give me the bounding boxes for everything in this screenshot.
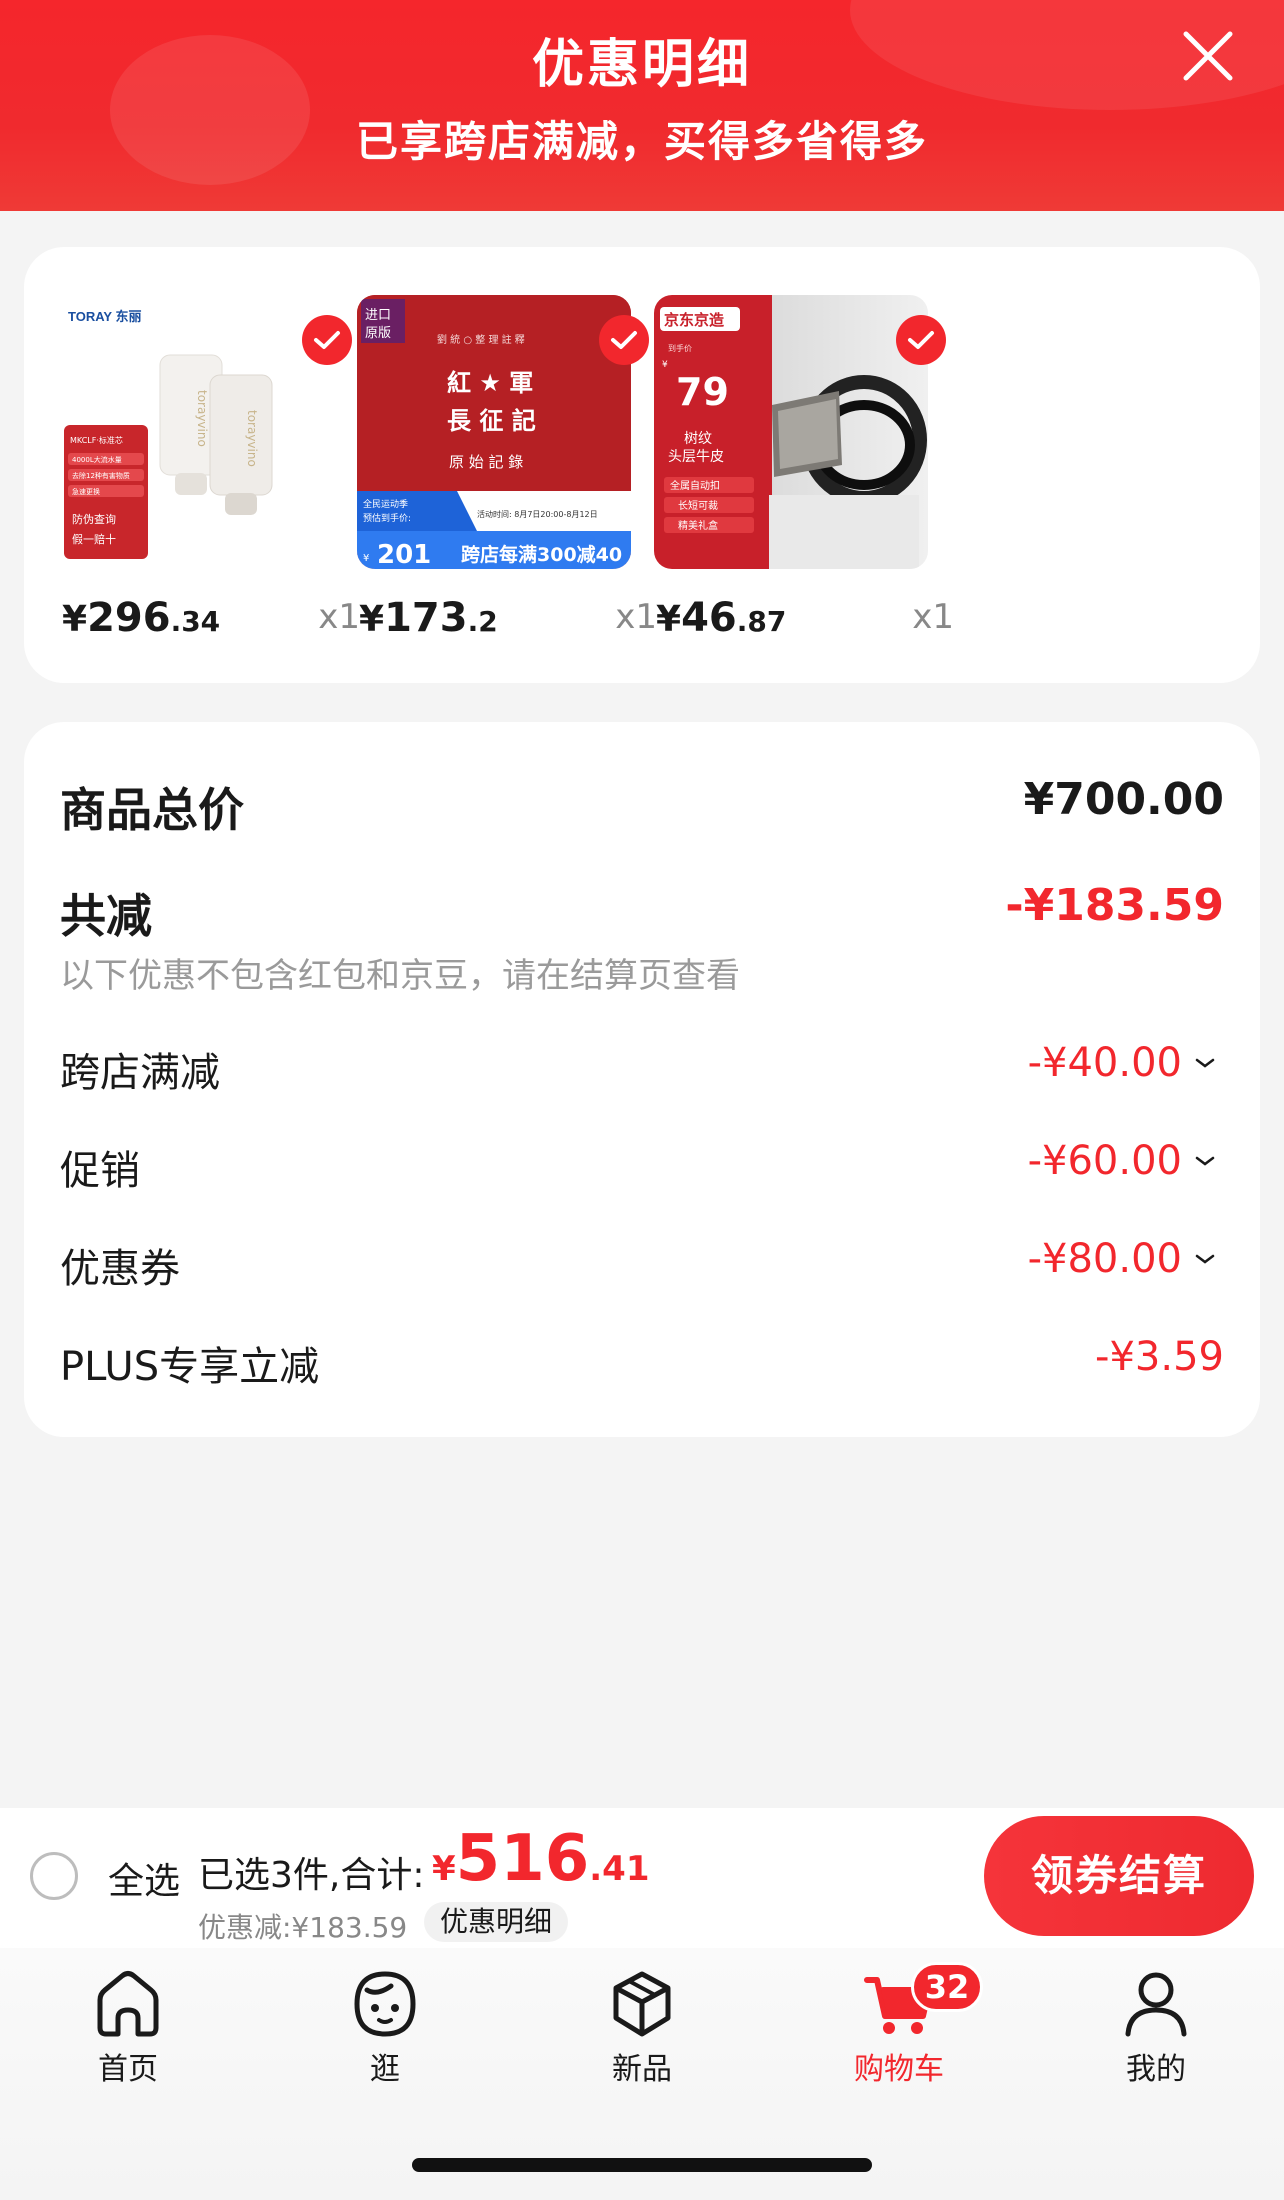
tab-home[interactable]: 首页 [48,1966,208,2088]
selected-products-card: TORAY 东丽 torayvino torayvino MKCLF·标准芯 4… [24,247,1260,683]
svg-text:劉 統 ○ 整 理 註 釋: 劉 統 ○ 整 理 註 釋 [437,333,525,346]
svg-text:头层牛皮: 头层牛皮 [668,449,724,465]
product-quantity: x1 [912,597,954,637]
discount-detail-header: 优惠明细 已享跨店满减，买得多省得多 [0,0,1284,211]
face-icon [354,1971,416,2037]
svg-text:防伪查询: 防伪查询 [72,512,116,526]
svg-text:¥: ¥ [662,360,668,370]
svg-text:跨店每满300减40: 跨店每满300减40 [461,543,622,566]
product-image: TORAY 东丽 torayvino torayvino MKCLF·标准芯 4… [60,295,334,569]
discount-detail-button[interactable]: 优惠明细 [424,1902,569,1942]
select-all-label[interactable]: 全选 [108,1852,180,1904]
chevron-down-icon [1195,1156,1215,1166]
discount-value: -¥80.00 [1028,1236,1216,1282]
product-price: ¥296.34 [62,595,221,641]
svg-text:精美礼盒: 精美礼盒 [678,519,718,532]
product-quantity: x1 [318,597,360,637]
discount-row-coupon[interactable]: 优惠券 -¥80.00 [60,1236,1224,1292]
discount-label: 促销 [60,1148,140,1194]
checkout-bar: 全选 已选3件,合计: ¥516.41 优惠减:¥183.59 优惠明细 领券结… [0,1808,1284,1948]
svg-text:全民运动季: 全民运动季 [363,498,408,510]
product-price: ¥173.2 [359,595,498,641]
svg-text:原 始 記 錄: 原 始 記 錄 [449,453,523,471]
svg-text:长短可裁: 长短可裁 [678,499,718,512]
price-summary-card: 商品总价 ¥700.00 共减 -¥183.59 以下优惠不包含红包和京豆，请在… [24,722,1260,1437]
discount-value: -¥60.00 [1028,1138,1216,1184]
discount-label: 优惠券 [60,1246,180,1292]
total-price-label: 商品总价 [60,783,244,837]
svg-text:torayvino: torayvino [195,390,209,447]
svg-text:4000L大流水量: 4000L大流水量 [72,455,122,464]
check-icon [314,331,340,349]
chevron-down-icon [1195,1254,1215,1264]
product-image: 京东京造 到手价 ¥ 79 树纹 头层牛皮 全属自动扣 长短可裁 精美礼盒 [654,295,928,569]
discount-note-text: 以下优惠不包含红包和京豆，请在结算页查看 [60,956,740,996]
svg-text:79: 79 [676,370,729,414]
selected-count-text: 已选3件,合计: [198,1855,425,1896]
home-indicator [412,2158,872,2172]
tab-profile[interactable]: 我的 [1076,1966,1236,2088]
product-brand-logo: TORAY 东丽 [68,309,141,324]
product-checkbox[interactable] [599,315,649,365]
close-button[interactable] [1180,28,1236,84]
discount-value: -¥40.00 [1028,1040,1216,1086]
svg-text:假一赔十: 假一赔十 [72,532,116,546]
check-icon [908,331,934,349]
svg-text:到手价: 到手价 [668,343,692,353]
svg-text:预估到手价:: 预估到手价: [363,512,411,524]
svg-text:进口: 进口 [365,308,391,323]
product-quantity: x1 [615,597,657,637]
total-price-value: ¥700.00 [1023,774,1224,825]
svg-text:急速更换: 急速更换 [72,487,100,496]
page-title: 优惠明细 [531,35,752,95]
discount-label: PLUS专享立减 [60,1344,320,1390]
product-price: ¥46.87 [656,595,787,641]
svg-text:原版: 原版 [365,326,391,341]
svg-text:201: 201 [377,540,431,569]
cart-count-badge: 32 [911,1962,983,2012]
discount-row-cross-store[interactable]: 跨店满减 -¥40.00 [60,1040,1224,1096]
svg-text:torayvino: torayvino [245,410,259,467]
tab-explore[interactable]: 逛 [305,1966,465,2088]
product-image: 进口 原版 劉 統 ○ 整 理 註 釋 紅 ★ 軍 長 征 記 原 始 記 錄 … [357,295,631,569]
tab-label: 购物车 [854,2052,944,2087]
svg-text:紅 ★ 軍: 紅 ★ 軍 [447,369,533,397]
discount-label: 跨店满减 [60,1050,220,1096]
product-checkbox[interactable] [302,315,352,365]
home-icon [97,1971,159,2037]
total-reduction-value: -¥183.59 [1005,880,1224,931]
discount-row-plus: PLUS专享立减 -¥3.59 [60,1334,1224,1390]
svg-text:MKCLF·标准芯: MKCLF·标准芯 [70,435,123,445]
tab-cart[interactable]: 购物车 32 [819,1962,983,2088]
total-price-row: 商品总价 ¥700.00 [60,774,1224,837]
tab-label: 逛 [370,2052,400,2087]
svg-text:京东京造: 京东京造 [664,311,724,329]
svg-text:活动时间: 8月7日20:00-8月12日: 活动时间: 8月7日20:00-8月12日 [477,509,598,519]
discount-note: 以下优惠不包含红包和京豆，请在结算页查看 [60,948,1224,998]
svg-text:¥: ¥ [363,553,369,564]
close-icon [1183,31,1233,81]
discount-row-promotion[interactable]: 促销 -¥60.00 [60,1138,1224,1194]
total-amount: ¥516.41 [432,1822,650,1896]
tab-label: 首页 [98,2052,158,2087]
svg-text:去除12种有害物质: 去除12种有害物质 [72,471,130,480]
svg-text:树纹: 树纹 [684,431,712,447]
total-reduction-label: 共减 [60,889,152,943]
total-reduction-row: 共减 -¥183.59 [60,880,1224,943]
chevron-down-icon [1195,1058,1215,1068]
tab-label: 新品 [612,2052,672,2087]
profile-icon [1125,1972,1187,2037]
product-checkbox[interactable] [896,315,946,365]
svg-text:全属自动扣: 全属自动扣 [670,479,720,492]
tab-label: 我的 [1126,2052,1186,2087]
select-all-checkbox[interactable] [30,1852,78,1900]
page-subtitle: 已享跨店满减，买得多省得多 [355,117,928,166]
svg-text:長 征 記: 長 征 記 [447,407,536,435]
tab-new-products[interactable]: 新品 [562,1966,722,2088]
discount-amount-text: 优惠减:¥183.59 [198,1911,408,1944]
cube-icon [613,1971,671,2037]
checkout-button[interactable]: 领券结算 [984,1816,1254,1936]
discount-value: -¥3.59 [1095,1334,1224,1380]
check-icon [611,331,637,349]
